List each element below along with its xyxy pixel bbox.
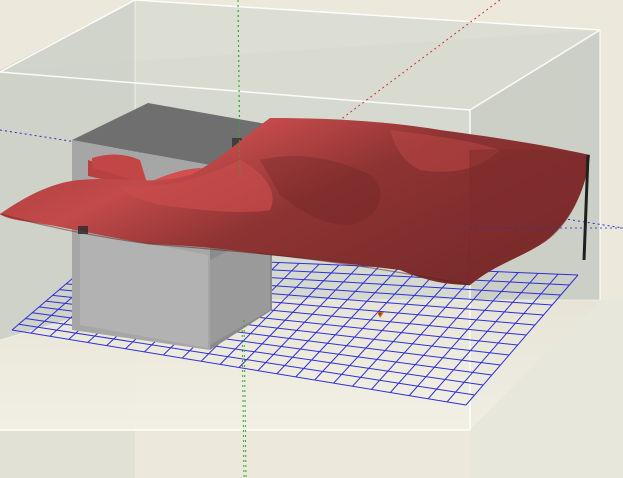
scene-canvas[interactable] xyxy=(0,0,623,478)
simulation-viewport[interactable] xyxy=(0,0,623,478)
